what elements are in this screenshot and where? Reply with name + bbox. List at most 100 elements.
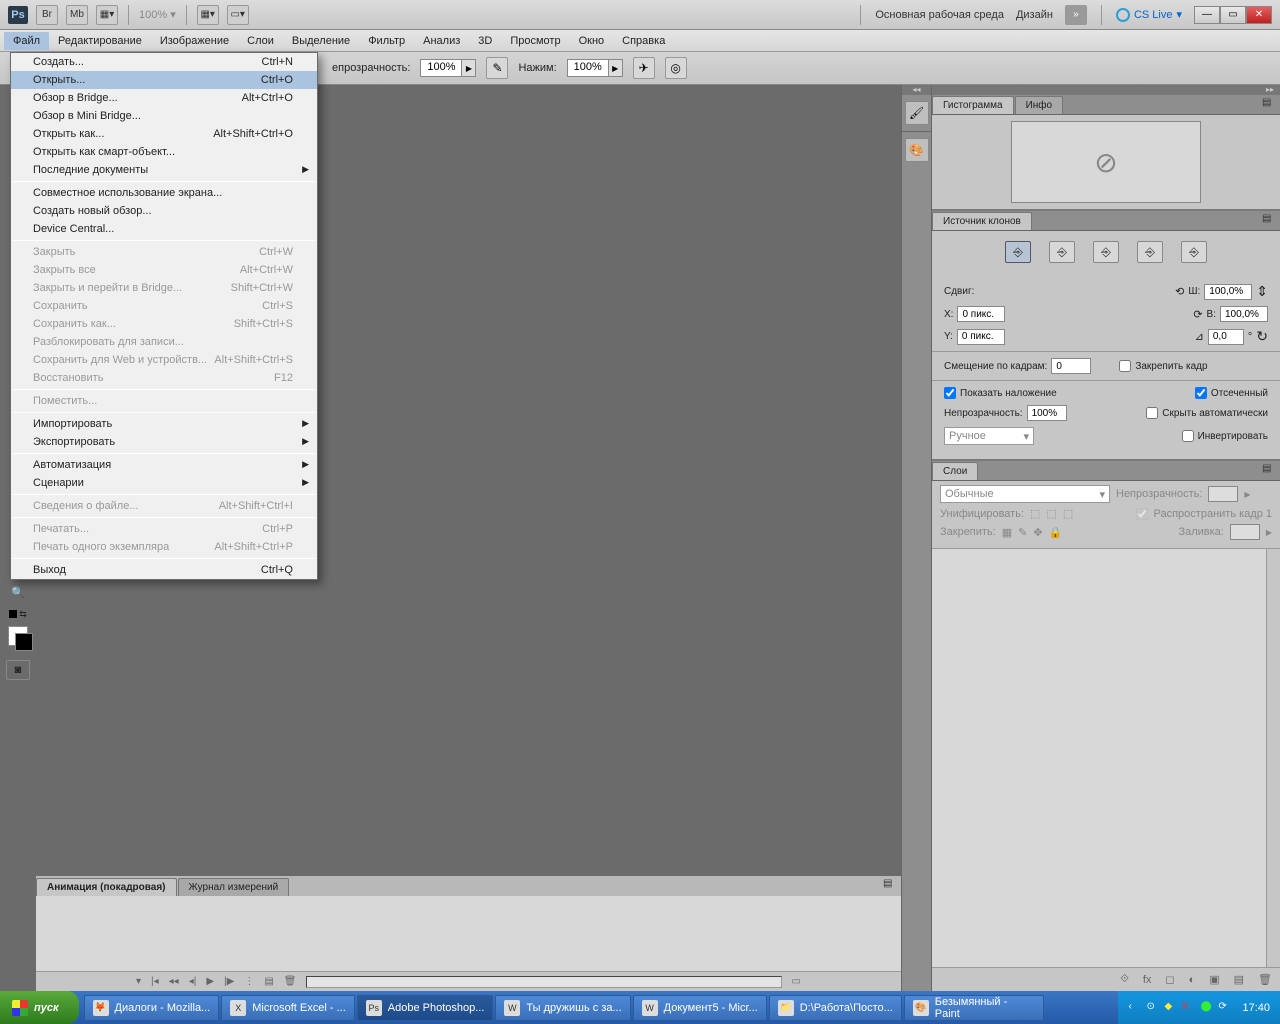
layers-scrollbar[interactable] xyxy=(1266,549,1280,967)
taskbar-item[interactable]: 🦊Диалоги - Mozilla... xyxy=(84,995,220,1021)
taskbar-item[interactable]: XMicrosoft Excel - ... xyxy=(221,995,355,1021)
h-input[interactable] xyxy=(1220,306,1268,322)
rotate-icon[interactable]: ⟳ xyxy=(1193,308,1202,321)
menu-window[interactable]: Окно xyxy=(570,32,614,50)
lock-all-icon[interactable]: 🔒 xyxy=(1049,526,1063,539)
file-menu-item[interactable]: Последние документы▶ xyxy=(11,161,317,179)
taskbar-item[interactable]: WДокумент5 - Micr... xyxy=(633,995,767,1021)
airbrush-button[interactable]: ✈ xyxy=(633,57,655,79)
taskbar-clock[interactable]: 17:40 xyxy=(1242,1002,1270,1014)
tween-button[interactable]: ⋮ xyxy=(244,976,254,987)
file-menu-item[interactable]: Автоматизация▶ xyxy=(11,456,317,474)
prev-button[interactable]: ◂| xyxy=(189,976,197,987)
minibridge-button[interactable]: Mb xyxy=(66,5,88,25)
tray-expand-icon[interactable]: ‹ xyxy=(1128,1001,1142,1015)
frame-offset-input[interactable] xyxy=(1051,358,1091,374)
adjustment-layer-icon[interactable]: ◐ xyxy=(1189,974,1196,986)
file-menu-item[interactable]: Обзор в Mini Bridge... xyxy=(11,107,317,125)
file-menu-item[interactable]: Импортировать▶ xyxy=(11,415,317,433)
unify-style-icon[interactable]: ⬚ xyxy=(1063,507,1073,520)
link-wh-icon[interactable]: ⟲ xyxy=(1175,285,1184,298)
tab-histogram[interactable]: Гистограмма xyxy=(932,96,1014,114)
clone-source-3[interactable]: ⎆ xyxy=(1093,241,1119,263)
flow-flyout[interactable]: ▶ xyxy=(609,59,623,77)
menu-select[interactable]: Выделение xyxy=(283,32,359,50)
zoom-tool[interactable]: 🔍 xyxy=(6,582,30,602)
tab-measurement-log[interactable]: Журнал измерений xyxy=(178,878,290,896)
dock-expand-toggle[interactable]: ◂◂ xyxy=(902,85,931,95)
angle-input[interactable] xyxy=(1208,329,1244,345)
invert-checkbox[interactable] xyxy=(1182,430,1194,442)
clone-source-2[interactable]: ⎆ xyxy=(1049,241,1075,263)
taskbar-item[interactable]: WТы дружишь с за... xyxy=(495,995,630,1021)
file-menu-item[interactable]: Открыть...Ctrl+O xyxy=(11,71,317,89)
file-menu-item[interactable]: Обзор в Bridge...Alt+Ctrl+O xyxy=(11,89,317,107)
bridge-button[interactable]: Br xyxy=(36,5,58,25)
menu-image[interactable]: Изображение xyxy=(151,32,238,50)
menu-filter[interactable]: Фильтр xyxy=(359,32,414,50)
next-button[interactable]: |▶ xyxy=(224,976,234,987)
tab-layers[interactable]: Слои xyxy=(932,462,978,480)
workspace-essentials[interactable]: Основная рабочая среда xyxy=(875,9,1004,21)
file-menu-item[interactable]: Открыть как смарт-объект... xyxy=(11,143,317,161)
workspace-design[interactable]: Дизайн xyxy=(1016,9,1053,21)
file-menu-item[interactable]: Совместное использование экрана... xyxy=(11,184,317,202)
loop-select[interactable]: ▾ xyxy=(136,976,141,987)
new-layer-icon[interactable]: ▤ xyxy=(1234,973,1244,986)
tab-info[interactable]: Инфо xyxy=(1015,96,1064,114)
tray-icon[interactable]: K xyxy=(1182,1001,1196,1015)
maximize-button[interactable]: ▭ xyxy=(1220,6,1246,24)
file-menu-item[interactable]: Сценарии▶ xyxy=(11,474,317,492)
layer-opacity-input[interactable] xyxy=(1208,486,1238,502)
menu-view[interactable]: Просмотр xyxy=(501,32,569,50)
file-menu-item[interactable]: Создать новый обзор... xyxy=(11,202,317,220)
file-menu-item[interactable]: Открыть как...Alt+Shift+Ctrl+O xyxy=(11,125,317,143)
start-button[interactable]: пуск xyxy=(0,991,79,1024)
taskbar-item[interactable]: 📁D:\Работа\Посто... xyxy=(769,995,902,1021)
layer-style-icon[interactable]: fx xyxy=(1143,974,1152,986)
opacity-input[interactable]: 100% xyxy=(420,59,462,77)
panels-collapse-toggle[interactable]: ▸▸ xyxy=(932,85,1280,95)
link-layers-icon[interactable]: ⟐ xyxy=(1120,973,1129,986)
taskbar-item[interactable]: 🎨Безымянный - Paint xyxy=(904,995,1044,1021)
lock-pixels-icon[interactable]: ✎ xyxy=(1018,526,1027,539)
prev-frame-button[interactable]: ◂◂ xyxy=(169,976,179,987)
tray-icon[interactable]: ⊙ xyxy=(1146,1001,1160,1015)
clipped-checkbox[interactable] xyxy=(1195,387,1207,399)
delete-layer-icon[interactable]: 🗑 xyxy=(1258,973,1272,986)
panel-menu-icon[interactable]: ▤ xyxy=(1262,213,1276,225)
y-input[interactable] xyxy=(957,329,1005,345)
w-input[interactable] xyxy=(1204,284,1252,300)
opacity-flyout[interactable]: ▶ xyxy=(462,59,476,77)
unify-visibility-icon[interactable]: ⬚ xyxy=(1046,507,1056,520)
layer-mask-icon[interactable]: ◻ xyxy=(1165,973,1174,986)
blend-mode-select[interactable]: Обычные▾ xyxy=(940,485,1110,503)
quickmask-button[interactable]: ◙ xyxy=(6,660,30,680)
menu-edit[interactable]: Редактирование xyxy=(49,32,151,50)
play-button[interactable]: ▶ xyxy=(206,976,214,987)
reset-transform-button[interactable]: ↻ xyxy=(1256,328,1268,345)
clone-source-1[interactable]: ⎆ xyxy=(1005,241,1031,263)
auto-hide-checkbox[interactable] xyxy=(1146,407,1158,419)
screen-mode-button[interactable]: ▭▾ xyxy=(227,5,249,25)
x-input[interactable] xyxy=(957,306,1005,322)
close-button[interactable]: ✕ xyxy=(1246,6,1272,24)
arrange-documents-button[interactable]: ▦▾ xyxy=(197,5,219,25)
minimize-button[interactable]: — xyxy=(1194,6,1220,24)
duplicate-frame-button[interactable]: ▤ xyxy=(264,976,273,987)
panel-menu-icon[interactable]: ▤ xyxy=(1262,463,1276,475)
workspace-more-button[interactable]: » xyxy=(1065,5,1087,25)
file-menu-item[interactable]: ВыходCtrl+Q xyxy=(11,561,317,579)
clone-source-5[interactable]: ⎆ xyxy=(1181,241,1207,263)
overlay-mode-select[interactable]: Ручное▾ xyxy=(944,427,1034,445)
foreground-background-colors[interactable] xyxy=(6,626,30,646)
file-menu-item[interactable]: Экспортировать▶ xyxy=(11,433,317,451)
menu-file[interactable]: Файл xyxy=(4,32,49,50)
tab-animation[interactable]: Анимация (покадровая) xyxy=(36,878,177,896)
menu-3d[interactable]: 3D xyxy=(469,32,501,50)
convert-timeline-button[interactable]: ▭ xyxy=(792,976,801,987)
first-frame-button[interactable]: |◂ xyxy=(151,976,159,987)
clone-source-4[interactable]: ⎆ xyxy=(1137,241,1163,263)
new-group-icon[interactable]: ▣ xyxy=(1209,973,1219,986)
animation-scrollbar[interactable] xyxy=(306,976,781,988)
